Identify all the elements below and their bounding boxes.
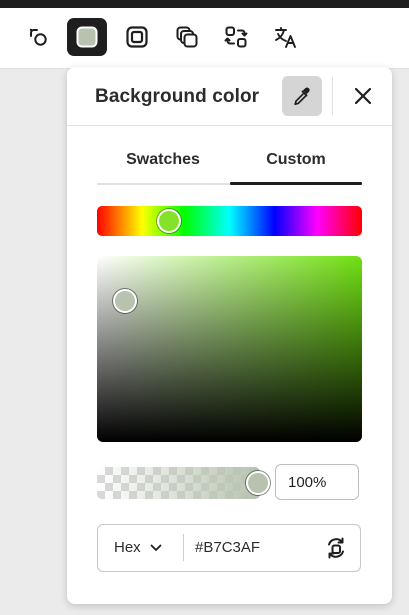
close-button[interactable] xyxy=(348,81,378,111)
hex-input[interactable]: #B7C3AF xyxy=(195,525,260,570)
format-divider xyxy=(183,534,184,561)
tab-custom[interactable]: Custom xyxy=(230,137,362,183)
header-divider xyxy=(332,77,333,115)
color-format-label: Hex xyxy=(114,539,141,556)
panel-header-divider xyxy=(67,125,392,126)
color-format-dropdown[interactable]: Hex xyxy=(98,525,182,570)
saturation-brightness-picker[interactable] xyxy=(97,256,362,442)
border-frame-icon xyxy=(126,26,148,48)
close-icon xyxy=(354,87,372,105)
translate-icon xyxy=(275,27,296,48)
replace-tool-button[interactable] xyxy=(216,18,256,56)
saturation-picker-thumb[interactable] xyxy=(113,289,137,313)
layers-copy-icon xyxy=(176,26,198,48)
background-color-tool-button[interactable] xyxy=(67,18,107,56)
border-tool-button[interactable] xyxy=(117,18,157,56)
tab-selected-indicator xyxy=(230,182,362,185)
opacity-slider[interactable] xyxy=(97,467,260,499)
swap-icon xyxy=(328,537,344,559)
chevron-down-icon xyxy=(149,541,163,555)
background-color-icon xyxy=(76,26,98,48)
shape-link-tool-button[interactable] xyxy=(18,18,58,56)
opacity-gradient xyxy=(97,467,260,499)
color-mode-tabs: Swatches Custom xyxy=(97,137,362,186)
opacity-slider-thumb[interactable] xyxy=(246,471,270,495)
eyedropper-button[interactable] xyxy=(282,76,322,116)
translate-tool-button[interactable] xyxy=(266,18,306,56)
background-color-panel: Background color Swatches Custom 100% He… xyxy=(67,67,392,604)
swap-color-button[interactable] xyxy=(322,535,350,561)
toolbar xyxy=(0,8,409,69)
top-edge-bar xyxy=(0,0,409,8)
color-value-field: Hex #B7C3AF xyxy=(97,524,361,572)
panel-title: Background color xyxy=(95,86,260,107)
shape-link-icon xyxy=(29,28,47,46)
eyedropper-icon xyxy=(294,87,310,106)
layers-tool-button[interactable] xyxy=(167,18,207,56)
hue-slider[interactable] xyxy=(97,206,362,236)
replace-icon xyxy=(224,26,248,48)
tab-swatches[interactable]: Swatches xyxy=(97,137,229,183)
opacity-input[interactable]: 100% xyxy=(275,464,359,500)
hue-slider-thumb[interactable] xyxy=(157,209,181,233)
